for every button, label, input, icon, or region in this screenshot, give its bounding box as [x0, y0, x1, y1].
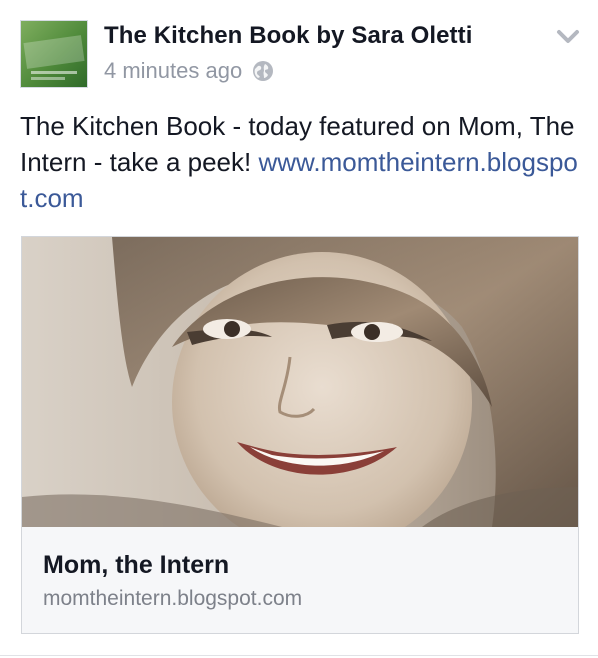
news-feed-post: The Kitchen Book by Sara Oletti 4 minute… [0, 0, 598, 658]
link-preview-domain: momtheintern.blogspot.com [43, 587, 303, 610]
post-timestamp[interactable]: 4 minutes ago [104, 58, 242, 84]
link-preview-card[interactable]: Mom, the Intern momtheintern.blogspot.co… [21, 236, 579, 634]
post-author[interactable]: The Kitchen Book by Sara Oletti [104, 22, 473, 50]
book-cover-art-line [31, 71, 77, 74]
book-cover-art [23, 35, 85, 69]
post-message: The Kitchen Book - today featured on Mom… [20, 108, 580, 216]
link-preview-title[interactable]: Mom, the Intern [43, 551, 229, 580]
book-cover-art-line [31, 77, 65, 80]
post-meta: 4 minutes ago [104, 58, 274, 84]
link-preview-image[interactable] [22, 237, 578, 527]
page-avatar[interactable] [20, 20, 88, 88]
post-divider [0, 655, 598, 656]
chevron-down-icon[interactable] [556, 28, 580, 46]
globe-icon [252, 60, 274, 82]
